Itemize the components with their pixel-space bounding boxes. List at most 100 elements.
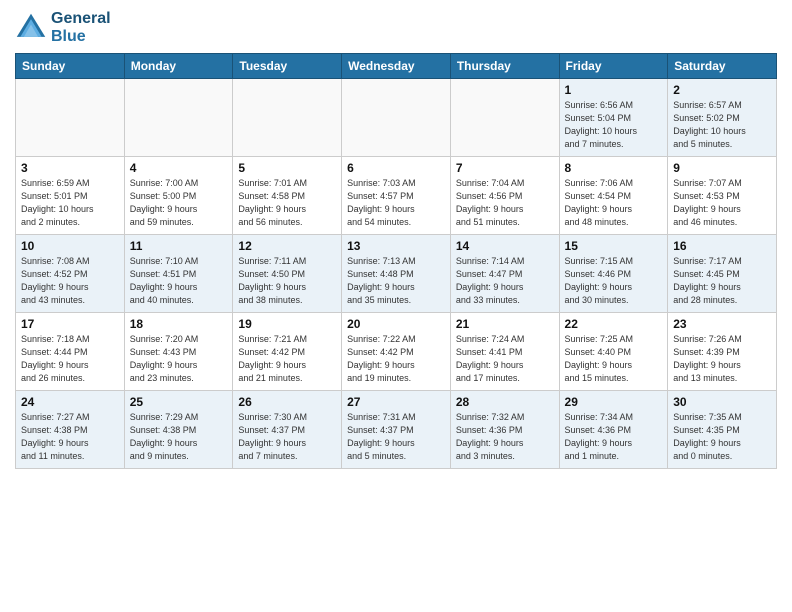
logo-text-line1: General — [51, 10, 111, 28]
day-info: Sunrise: 7:32 AM Sunset: 4:36 PM Dayligh… — [456, 411, 554, 463]
day-number: 23 — [673, 317, 771, 331]
day-info: Sunrise: 7:06 AM Sunset: 4:54 PM Dayligh… — [565, 177, 663, 229]
logo: General Blue — [15, 10, 111, 45]
calendar-table: SundayMondayTuesdayWednesdayThursdayFrid… — [15, 53, 777, 469]
day-number: 26 — [238, 395, 336, 409]
day-info: Sunrise: 7:00 AM Sunset: 5:00 PM Dayligh… — [130, 177, 228, 229]
day-info: Sunrise: 7:14 AM Sunset: 4:47 PM Dayligh… — [456, 255, 554, 307]
day-info: Sunrise: 6:59 AM Sunset: 5:01 PM Dayligh… — [21, 177, 119, 229]
day-info: Sunrise: 6:56 AM Sunset: 5:04 PM Dayligh… — [565, 99, 663, 151]
day-number: 8 — [565, 161, 663, 175]
calendar-cell: 4 Sunrise: 7:00 AM Sunset: 5:00 PM Daylig… — [124, 157, 233, 235]
day-info: Sunrise: 6:57 AM Sunset: 5:02 PM Dayligh… — [673, 99, 771, 151]
day-number: 13 — [347, 239, 445, 253]
calendar-cell: 21 Sunrise: 7:24 AM Sunset: 4:41 PM Dayli… — [450, 313, 559, 391]
day-number: 6 — [347, 161, 445, 175]
calendar-cell: 5Sunrise: 7:01 AM Sunset: 4:58 PM Daylig… — [233, 157, 342, 235]
day-number: 4 — [130, 161, 228, 175]
calendar-cell: 30 Sunrise: 7:35 AM Sunset: 4:35 PM Dayli… — [668, 391, 777, 469]
day-number: 27 — [347, 395, 445, 409]
calendar-cell: 7 Sunrise: 7:04 AM Sunset: 4:56 PM Daylig… — [450, 157, 559, 235]
calendar-cell: 19 Sunrise: 7:21 AM Sunset: 4:42 PM Dayli… — [233, 313, 342, 391]
calendar-cell: 16 Sunrise: 7:17 AM Sunset: 4:45 PM Dayli… — [668, 235, 777, 313]
calendar-cell: 18 Sunrise: 7:20 AM Sunset: 4:43 PM Dayli… — [124, 313, 233, 391]
day-number: 3 — [21, 161, 119, 175]
day-info: Sunrise: 7:24 AM Sunset: 4:41 PM Dayligh… — [456, 333, 554, 385]
day-info: Sunrise: 7:03 AM Sunset: 4:57 PM Dayligh… — [347, 177, 445, 229]
calendar-cell — [16, 79, 125, 157]
weekday-header-wednesday: Wednesday — [342, 54, 451, 79]
day-number: 21 — [456, 317, 554, 331]
day-info: Sunrise: 7:31 AM Sunset: 4:37 PM Dayligh… — [347, 411, 445, 463]
calendar-cell: 26 Sunrise: 7:30 AM Sunset: 4:37 PM Dayli… — [233, 391, 342, 469]
day-number: 22 — [565, 317, 663, 331]
calendar-cell — [124, 79, 233, 157]
calendar-cell: 9 Sunrise: 7:07 AM Sunset: 4:53 PM Daylig… — [668, 157, 777, 235]
day-number: 25 — [130, 395, 228, 409]
calendar-cell: 15 Sunrise: 7:15 AM Sunset: 4:46 PM Dayli… — [559, 235, 668, 313]
calendar-cell: 10 Sunrise: 7:08 AM Sunset: 4:52 PM Dayli… — [16, 235, 125, 313]
calendar-cell: 17 Sunrise: 7:18 AM Sunset: 4:44 PM Dayli… — [16, 313, 125, 391]
day-number: 9 — [673, 161, 771, 175]
calendar-cell: 11 Sunrise: 7:10 AM Sunset: 4:51 PM Dayli… — [124, 235, 233, 313]
day-info: Sunrise: 7:35 AM Sunset: 4:35 PM Dayligh… — [673, 411, 771, 463]
day-number: 28 — [456, 395, 554, 409]
calendar-cell — [233, 79, 342, 157]
calendar-cell: 29 Sunrise: 7:34 AM Sunset: 4:36 PM Dayli… — [559, 391, 668, 469]
day-info: Sunrise: 7:30 AM Sunset: 4:37 PM Dayligh… — [238, 411, 336, 463]
calendar-cell: 12 Sunrise: 7:11 AM Sunset: 4:50 PM Dayli… — [233, 235, 342, 313]
day-info: Sunrise: 7:22 AM Sunset: 4:42 PM Dayligh… — [347, 333, 445, 385]
day-number: 30 — [673, 395, 771, 409]
day-number: 2 — [673, 83, 771, 97]
day-number: 19 — [238, 317, 336, 331]
calendar-cell: 24 Sunrise: 7:27 AM Sunset: 4:38 PM Dayli… — [16, 391, 125, 469]
day-info: Sunrise: 7:07 AM Sunset: 4:53 PM Dayligh… — [673, 177, 771, 229]
calendar-cell: 13 Sunrise: 7:13 AM Sunset: 4:48 PM Dayli… — [342, 235, 451, 313]
calendar-cell: 25Sunrise: 7:29 AM Sunset: 4:38 PM Dayli… — [124, 391, 233, 469]
weekday-header-monday: Monday — [124, 54, 233, 79]
weekday-header-sunday: Sunday — [16, 54, 125, 79]
day-info: Sunrise: 7:17 AM Sunset: 4:45 PM Dayligh… — [673, 255, 771, 307]
day-number: 29 — [565, 395, 663, 409]
calendar-cell: 1 Sunrise: 6:56 AM Sunset: 5:04 PM Daylig… — [559, 79, 668, 157]
calendar-cell: 28 Sunrise: 7:32 AM Sunset: 4:36 PM Dayli… — [450, 391, 559, 469]
calendar-cell: 23 Sunrise: 7:26 AM Sunset: 4:39 PM Dayli… — [668, 313, 777, 391]
day-number: 12 — [238, 239, 336, 253]
day-info: Sunrise: 7:34 AM Sunset: 4:36 PM Dayligh… — [565, 411, 663, 463]
day-info: Sunrise: 7:21 AM Sunset: 4:42 PM Dayligh… — [238, 333, 336, 385]
day-number: 7 — [456, 161, 554, 175]
calendar-cell: 14 Sunrise: 7:14 AM Sunset: 4:47 PM Dayli… — [450, 235, 559, 313]
calendar-cell: 27 Sunrise: 7:31 AM Sunset: 4:37 PM Dayli… — [342, 391, 451, 469]
day-info: Sunrise: 7:11 AM Sunset: 4:50 PM Dayligh… — [238, 255, 336, 307]
day-info: Sunrise: 7:13 AM Sunset: 4:48 PM Dayligh… — [347, 255, 445, 307]
day-number: 24 — [21, 395, 119, 409]
logo-icon — [15, 12, 47, 44]
calendar-cell — [342, 79, 451, 157]
day-number: 17 — [21, 317, 119, 331]
calendar-cell: 22Sunrise: 7:25 AM Sunset: 4:40 PM Dayli… — [559, 313, 668, 391]
day-info: Sunrise: 7:08 AM Sunset: 4:52 PM Dayligh… — [21, 255, 119, 307]
day-number: 1 — [565, 83, 663, 97]
day-info: Sunrise: 7:04 AM Sunset: 4:56 PM Dayligh… — [456, 177, 554, 229]
day-info: Sunrise: 7:18 AM Sunset: 4:44 PM Dayligh… — [21, 333, 119, 385]
calendar-cell: 8 Sunrise: 7:06 AM Sunset: 4:54 PM Daylig… — [559, 157, 668, 235]
day-number: 10 — [21, 239, 119, 253]
day-number: 15 — [565, 239, 663, 253]
day-info: Sunrise: 7:20 AM Sunset: 4:43 PM Dayligh… — [130, 333, 228, 385]
day-number: 20 — [347, 317, 445, 331]
day-info: Sunrise: 7:10 AM Sunset: 4:51 PM Dayligh… — [130, 255, 228, 307]
day-info: Sunrise: 7:26 AM Sunset: 4:39 PM Dayligh… — [673, 333, 771, 385]
day-info: Sunrise: 7:27 AM Sunset: 4:38 PM Dayligh… — [21, 411, 119, 463]
day-number: 14 — [456, 239, 554, 253]
day-info: Sunrise: 7:01 AM Sunset: 4:58 PM Dayligh… — [238, 177, 336, 229]
calendar-cell: 6 Sunrise: 7:03 AM Sunset: 4:57 PM Daylig… — [342, 157, 451, 235]
day-number: 11 — [130, 239, 228, 253]
page-header: General Blue — [15, 10, 777, 45]
weekday-header-tuesday: Tuesday — [233, 54, 342, 79]
weekday-header-thursday: Thursday — [450, 54, 559, 79]
day-info: Sunrise: 7:15 AM Sunset: 4:46 PM Dayligh… — [565, 255, 663, 307]
day-number: 16 — [673, 239, 771, 253]
weekday-header-saturday: Saturday — [668, 54, 777, 79]
weekday-header-friday: Friday — [559, 54, 668, 79]
day-number: 18 — [130, 317, 228, 331]
